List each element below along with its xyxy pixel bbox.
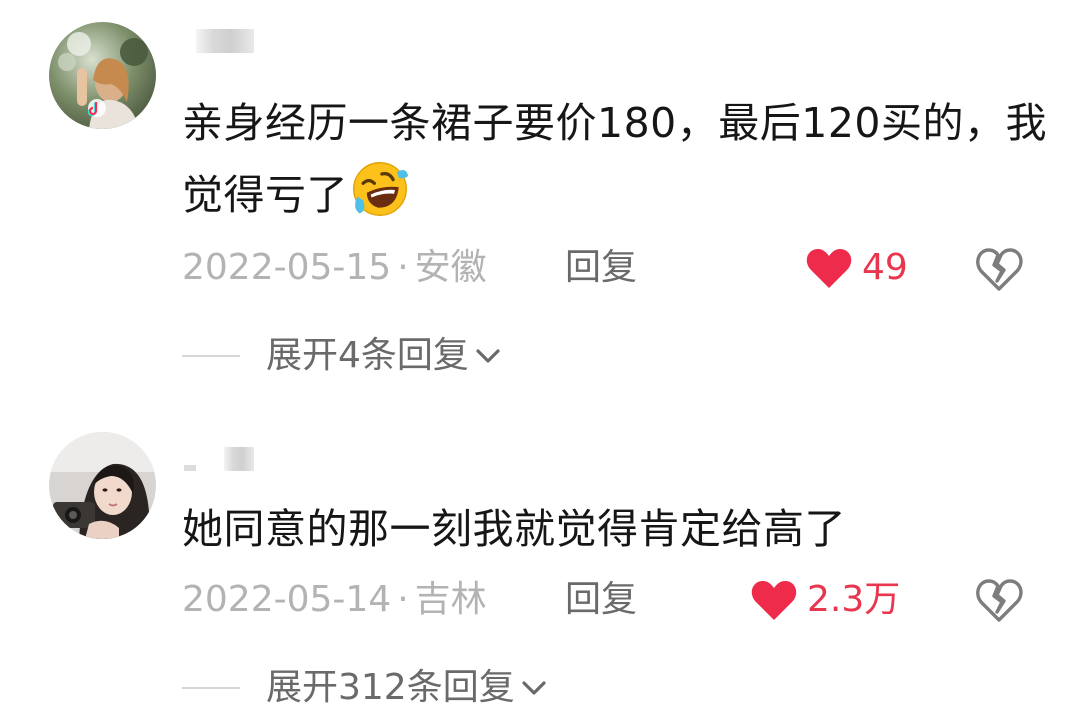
comment-meta: 2022-05-14 · 吉林 [182, 578, 487, 622]
comment-date: 2022-05-14 [182, 579, 392, 620]
meta-separator: · [397, 579, 409, 620]
expand-replies[interactable]: 展开312条回复 [182, 665, 549, 711]
comment-item: 她同意的那一刻我就觉得肯定给高了 2022-05-14 · 吉林 回复 2.3万 展… [0, 0, 1079, 708]
expand-replies[interactable]: 展开4条回复 [182, 333, 503, 379]
expand-replies-label: 展开4条回复 [266, 335, 469, 376]
reply-button[interactable]: 回复 [565, 578, 637, 622]
user-avatar[interactable] [49, 432, 156, 539]
comment-location: 吉林 [414, 579, 487, 620]
expand-replies-label: 展开312条回复 [266, 667, 515, 708]
divider-line [182, 687, 240, 689]
heart-icon [751, 581, 797, 620]
chevron-down-icon [476, 349, 500, 363]
comment-text: 她同意的那一刻我就觉得肯定给高了 [182, 505, 846, 553]
dislike-broken-heart-icon[interactable] [975, 577, 1023, 623]
divider-line [182, 355, 240, 357]
like-button[interactable]: 2.3万 [750, 575, 900, 625]
like-count: 2.3万 [807, 579, 901, 620]
chevron-down-icon [522, 681, 546, 695]
